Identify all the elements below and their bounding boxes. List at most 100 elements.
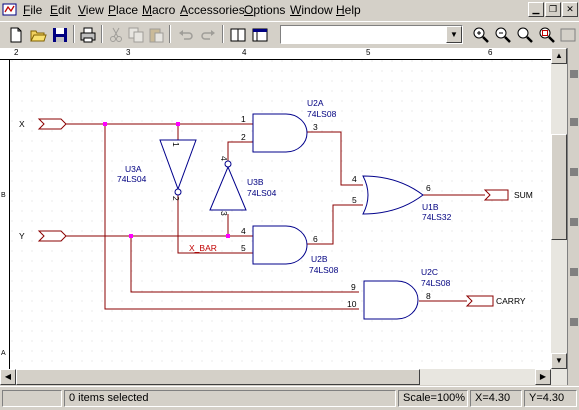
gate-u2a[interactable] (252, 113, 308, 153)
schematic-drawing: X Y SUM CARRY X_BAR U2A 74LS08 U2B 74LS0… (11, 60, 551, 369)
u1b-ref: U1B (422, 202, 439, 212)
menu-help[interactable]: Help (336, 3, 361, 17)
vertical-scrollbar[interactable]: ▲ ▼ (551, 48, 567, 385)
zoom-in-icon[interactable] (471, 25, 491, 45)
pin-number: 6 (426, 183, 431, 193)
right-tool-palette (567, 48, 579, 385)
palette-tool-icon[interactable] (570, 70, 578, 78)
minimize-icon[interactable]: ▁ (528, 2, 544, 17)
junction-dot (129, 234, 133, 238)
menu-macro[interactable]: Macro (142, 3, 175, 17)
status-bar: 0 items selected Scale=100% X=4.30 Y=4.3… (0, 386, 579, 410)
horizontal-scroll-thumb[interactable] (16, 369, 420, 385)
cut-icon[interactable] (106, 25, 126, 45)
u2a-ref: U2A (307, 98, 324, 108)
part-selector-combo[interactable]: ▼ (280, 25, 463, 44)
toolbar-overflow-icon[interactable] (559, 25, 577, 45)
hierarchy-view-icon[interactable] (250, 25, 270, 45)
junction-dot (176, 122, 180, 126)
pin-number: 5 (352, 195, 357, 205)
gate-u3b-bubble (224, 160, 232, 168)
u3a-value: 74LS04 (117, 174, 147, 184)
pin-number: 1 (241, 114, 246, 124)
redo-icon[interactable] (198, 25, 218, 45)
ruler-mark: 4 (242, 48, 247, 57)
horizontal-scrollbar[interactable]: ◀ ▶ (0, 369, 551, 385)
chevron-down-icon[interactable]: ▼ (446, 26, 462, 43)
u2c-value: 74LS08 (421, 278, 451, 288)
ruler-left: B A (0, 60, 10, 372)
restore-icon[interactable]: ❐ (545, 2, 561, 17)
net-label-xbar: X_BAR (189, 243, 217, 253)
menu-accessories[interactable]: Accessories (180, 3, 245, 17)
scroll-up-icon[interactable]: ▲ (551, 48, 567, 64)
paste-icon[interactable] (146, 25, 166, 45)
menu-file[interactable]: File (23, 3, 42, 17)
pin-number: 4 (219, 156, 229, 161)
junction-dot (103, 122, 107, 126)
status-scale: Scale=100% (398, 390, 468, 407)
ruler-mark: 5 (366, 48, 371, 57)
zoom-all-icon[interactable] (537, 25, 557, 45)
status-selection: 0 items selected (64, 390, 396, 407)
u2b-value: 74LS08 (309, 265, 339, 275)
menu-view[interactable]: View (78, 3, 104, 17)
app-icon[interactable] (2, 2, 18, 18)
gate-u2c[interactable] (363, 280, 419, 320)
pin-number: 4 (241, 226, 246, 236)
ruler-mark: A (1, 350, 6, 357)
menu-options[interactable]: Options (244, 3, 285, 17)
status-x-coordinate: X=4.30 (470, 390, 522, 407)
pin-number: 6 (313, 234, 318, 244)
u3a-ref: U3A (125, 164, 142, 174)
ruler-top: 2 3 4 5 6 (0, 48, 560, 60)
u3b-value: 74LS04 (247, 188, 277, 198)
u2a-value: 74LS08 (307, 109, 337, 119)
pin-number: 2 (171, 196, 181, 201)
ruler-mark: 2 (14, 48, 19, 57)
scroll-left-icon[interactable]: ◀ (0, 369, 16, 385)
u2b-ref: U2B (311, 254, 328, 264)
ruler-mark: B (1, 192, 6, 199)
split-view-icon[interactable] (228, 25, 248, 45)
palette-tool-icon[interactable] (570, 168, 578, 176)
vertical-scroll-thumb[interactable] (551, 134, 567, 240)
u2c-ref: U2C (421, 267, 438, 277)
scroll-right-icon[interactable]: ▶ (535, 369, 551, 385)
pin-number: 1 (171, 142, 181, 147)
pin-number: 10 (347, 299, 357, 309)
pin-number: 3 (219, 211, 229, 216)
port-y-label: Y (19, 231, 25, 241)
scroll-down-icon[interactable]: ▼ (551, 353, 567, 369)
gate-u2b[interactable] (252, 225, 308, 265)
status-y-coordinate: Y=4.30 (524, 390, 577, 407)
gate-u3a-bubble (174, 188, 182, 196)
menu-bar: File Edit View Place Macro Accessories O… (0, 0, 579, 20)
zoom-area-icon[interactable] (515, 25, 535, 45)
open-folder-icon[interactable] (28, 25, 48, 45)
zoom-out-icon[interactable] (493, 25, 513, 45)
palette-tool-icon[interactable] (570, 118, 578, 126)
pin-number: 3 (313, 122, 318, 132)
close-icon[interactable]: ✕ (562, 2, 578, 17)
menu-place[interactable]: Place (108, 3, 138, 17)
ruler-mark: 6 (488, 48, 493, 57)
ruler-mark: 3 (126, 48, 131, 57)
u3b-ref: U3B (247, 177, 264, 187)
pin-number: 5 (241, 243, 246, 253)
pin-number: 8 (426, 291, 431, 301)
print-icon[interactable] (78, 25, 98, 45)
palette-tool-icon[interactable] (570, 318, 578, 326)
new-file-icon[interactable] (6, 25, 26, 45)
menu-edit[interactable]: Edit (50, 3, 71, 17)
palette-tool-icon[interactable] (570, 218, 578, 226)
save-icon[interactable] (50, 25, 70, 45)
undo-icon[interactable] (176, 25, 196, 45)
port-carry-label: CARRY (496, 296, 526, 306)
pin-number: 9 (351, 282, 356, 292)
u1b-value: 74LS32 (422, 212, 452, 222)
copy-icon[interactable] (126, 25, 146, 45)
pin-number: 4 (352, 174, 357, 184)
palette-tool-icon[interactable] (570, 268, 578, 276)
menu-window[interactable]: Window (290, 3, 333, 17)
